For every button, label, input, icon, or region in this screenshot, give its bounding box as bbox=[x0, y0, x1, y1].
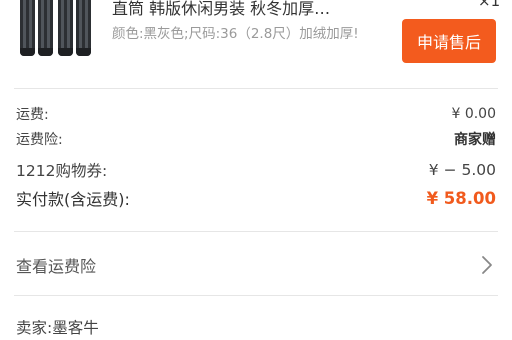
divider bbox=[14, 88, 498, 89]
paid-amount-value: ¥ 58.00 bbox=[426, 188, 496, 208]
view-shipping-insurance-label: 查看运费险 bbox=[16, 257, 97, 276]
product-quantity: ×1 bbox=[478, 0, 501, 10]
order-item[interactable]: 直筒 韩版休闲男装 秋冬加厚… ×1 颜色:黑灰色;尺码:36（2.8尺）加绒加… bbox=[0, 0, 512, 82]
pants-thumbnail-icon[interactable] bbox=[14, 0, 92, 62]
chevron-right-icon bbox=[482, 256, 492, 274]
pants-leg-shape bbox=[38, 0, 53, 56]
coupon-value: ¥ − 5.00 bbox=[428, 161, 496, 179]
shipping-row: 运费: ¥ 0.00 bbox=[16, 104, 496, 124]
shipping-insurance-label: 运费险: bbox=[16, 132, 63, 148]
product-title[interactable]: 直筒 韩版休闲男装 秋冬加厚… bbox=[112, 0, 384, 20]
pants-leg-shape bbox=[76, 0, 91, 56]
view-shipping-insurance-link[interactable]: 查看运费险 bbox=[0, 247, 512, 283]
shipping-label: 运费: bbox=[16, 107, 49, 123]
product-spec: 颜色:黑灰色;尺码:36（2.8尺）加绒加厚! bbox=[112, 26, 359, 42]
divider bbox=[14, 295, 498, 296]
shipping-insurance-row: 运费险: 商家赠 bbox=[16, 129, 496, 149]
seller-name[interactable]: 卖家:墨客牛 bbox=[16, 316, 99, 338]
coupon-label: 1212购物券: bbox=[16, 162, 108, 180]
shipping-insurance-value: 商家赠 bbox=[454, 132, 496, 148]
divider bbox=[14, 231, 498, 232]
apply-after-sales-button[interactable]: 申请售后 bbox=[402, 19, 496, 63]
paid-amount-label: 实付款(含运费): bbox=[16, 190, 130, 209]
pants-leg-shape bbox=[20, 0, 35, 56]
paid-amount-row: 实付款(含运费): ¥ 58.00 bbox=[16, 186, 496, 210]
coupon-row: 1212购物券: ¥ − 5.00 bbox=[16, 159, 496, 181]
shipping-value: ¥ 0.00 bbox=[451, 106, 496, 122]
pants-leg-shape bbox=[58, 0, 73, 56]
